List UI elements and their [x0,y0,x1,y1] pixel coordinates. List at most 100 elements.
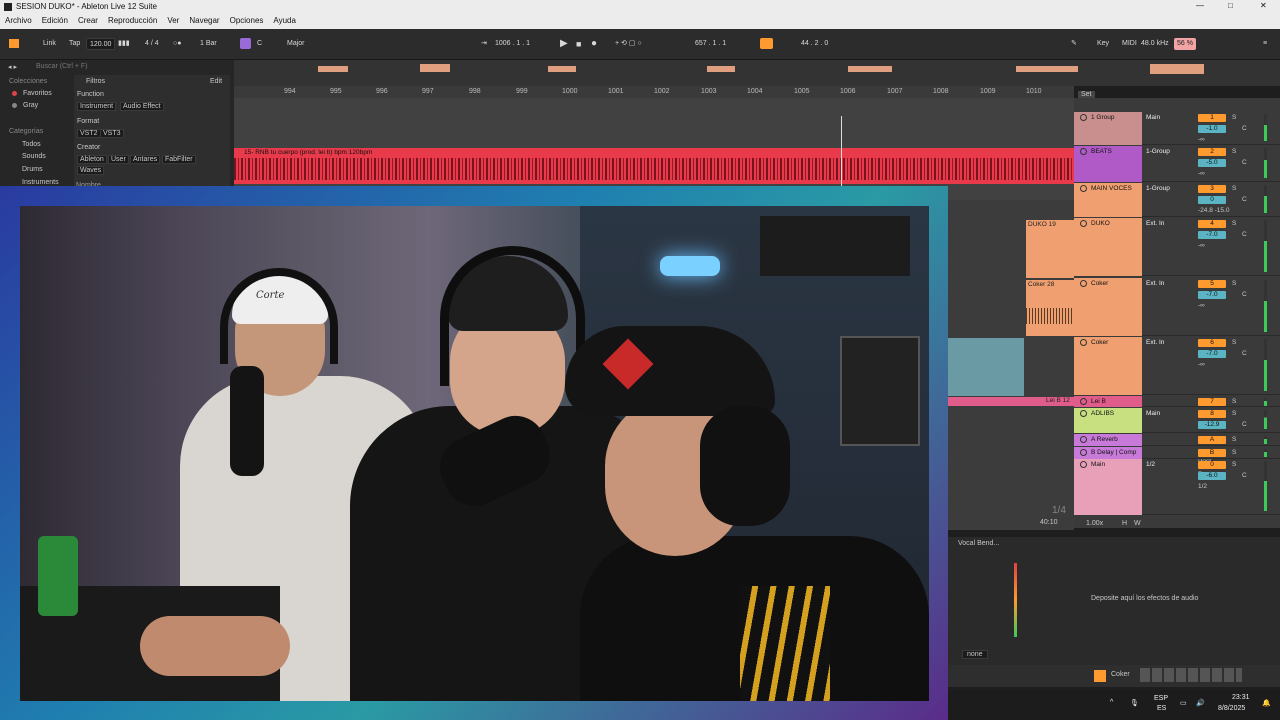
volume-field[interactable]: -6.0 [1198,472,1226,480]
tag-antares[interactable]: Antares [130,155,161,164]
nav-arrows-icon[interactable]: ◂ ▸ [8,63,17,71]
fold-icon[interactable] [1080,436,1087,443]
volume-field[interactable]: -12.9 [1198,421,1226,429]
menu-opciones[interactable]: Opciones [225,14,269,25]
solo-button[interactable]: S [1232,185,1236,192]
volume-field[interactable]: -7.0 [1198,350,1226,358]
beat-time-ruler[interactable]: 994 995 996 997 998 999 1000 1001 1002 1… [234,86,1074,98]
minimize-button[interactable]: — [1196,1,1204,10]
chevron-up-icon[interactable]: ^ [1110,699,1113,706]
tag-vst3[interactable]: VST3 [100,129,124,138]
stop-icon[interactable]: ■ [573,38,584,50]
tag-vst2[interactable]: VST2 [77,129,101,138]
track-number[interactable]: 7 [1198,398,1226,406]
clip-duko[interactable]: DUKO 19 [1026,220,1074,278]
solo-button[interactable]: S [1232,280,1236,287]
pan-knob[interactable]: C [1242,231,1247,238]
scale-select[interactable]: Major [284,38,308,50]
loop-length-field[interactable]: 44 . 2 . 0 [798,38,831,50]
browser-toggle-icon[interactable] [9,39,19,48]
audio-clip[interactable]: 15- RNB tu cuerpo (prod. lei b) bpm 120b… [234,148,1074,184]
category-drums[interactable]: Drums [22,166,43,173]
speaker-icon[interactable]: 🔊 [1196,699,1205,707]
metronome-icon[interactable]: ○● [170,38,184,50]
link-button[interactable]: Link [40,38,59,50]
track-routing[interactable]: Ext. In [1146,220,1190,227]
fold-icon[interactable] [1080,398,1087,405]
network-icon[interactable]: ▭ [1180,699,1187,707]
volume-field[interactable]: 0 [1198,196,1226,204]
mixer-track-3[interactable]: DUKO Ext. In 4 S -7.0 C -∞ [1074,218,1280,276]
mixer-track-5[interactable]: Coker Ext. In 6 S -7.0 C -∞ [1074,337,1280,395]
mixer-track-8[interactable]: A ReverbASPost [1074,434,1280,465]
category-instruments[interactable]: Instruments [22,179,59,186]
track-routing[interactable]: Ext. In [1146,339,1190,346]
menu-ver[interactable]: Ver [162,14,184,25]
fold-icon[interactable] [1080,410,1087,417]
menu-navegar[interactable]: Navegar [184,14,224,25]
pan-knob[interactable]: C [1242,472,1247,479]
mic-icon[interactable]: 🎙 [1130,699,1139,707]
track-routing[interactable]: Main [1146,114,1190,121]
mixer-track-6[interactable]: Lei B 7S [1074,396,1280,407]
quantize-select[interactable]: 1 Bar [197,38,220,50]
arrangement-right-area[interactable]: DUKO 19 Coker 28 Lei B 12 1/4 40:10 [948,200,1074,530]
midi-map-button[interactable]: MIDI [1119,38,1140,50]
mixer-track-4[interactable]: Coker Ext. In 5 S -7.0 C -∞ [1074,278,1280,336]
menu-edicion[interactable]: Edición [37,14,73,25]
tag-audio-effect[interactable]: Audio Effect [120,102,164,111]
close-button[interactable]: ✕ [1260,1,1267,10]
play-icon[interactable]: ▶ [557,38,571,50]
mixer-track-7[interactable]: ADLIBS Main 8 S -12.9 C [1074,408,1280,433]
pan-knob[interactable]: C [1242,125,1247,132]
audio-effects-drop-zone[interactable]: Deposite aquí los efectos de audio [1091,595,1198,602]
w-toggle[interactable]: W [1134,520,1141,527]
solo-button[interactable]: S [1232,220,1236,227]
chain-select[interactable]: none [962,650,988,659]
pan-knob[interactable]: C [1242,350,1247,357]
mixer-track-10[interactable]: Main 1/2 0 S -6.0 C 1/2 [1074,459,1280,515]
track-routing[interactable]: 1-Group [1146,148,1190,155]
metronome-bars-icon[interactable]: ▮▮▮ [115,38,133,50]
loop-start-field[interactable]: 657 . 1 . 1 [692,38,729,50]
volume-field[interactable]: -5.0 [1198,159,1226,167]
track-number[interactable]: 0 [1198,461,1226,469]
tag-instrument[interactable]: Instrument [77,102,117,111]
function-label[interactable]: Function [77,91,104,98]
menu-icon[interactable]: ≡ [1260,38,1270,50]
loop-switch-icon[interactable] [760,38,773,49]
track-number[interactable]: 4 [1198,220,1226,228]
arrangement-position[interactable]: 1006 . 1 . 1 [492,38,533,50]
follow-icon[interactable]: ⇥ [478,38,490,50]
collection-gray[interactable]: Gray [23,102,38,109]
menu-reproduccion[interactable]: Reproducción [103,14,162,25]
key-map-button[interactable]: Key [1094,38,1112,50]
zoom-field[interactable]: 1.00x [1086,520,1103,527]
solo-button[interactable]: S [1232,410,1236,417]
fold-icon[interactable] [1080,148,1087,155]
fold-icon[interactable] [1080,461,1087,468]
mixer-track-1[interactable]: BEATS 1-Group 2 S -5.0 C -∞ [1074,146,1280,182]
solo-button[interactable]: S [1232,339,1236,346]
solo-button[interactable]: S [1232,461,1236,468]
track-routing[interactable]: 1/2 [1146,461,1190,468]
track-number[interactable]: 1 [1198,114,1226,122]
fold-icon[interactable] [1080,114,1087,121]
track-number[interactable]: 6 [1198,339,1226,347]
solo-button[interactable]: S [1232,436,1236,443]
pan-knob[interactable]: C [1242,159,1247,166]
arrangement-overview[interactable] [234,60,1280,86]
volume-field[interactable]: -1.0 [1198,125,1226,133]
solo-button[interactable]: S [1232,114,1236,121]
track-number[interactable]: A [1198,436,1226,444]
volume-field[interactable]: -7.0 [1198,291,1226,299]
category-sounds[interactable]: Sounds [22,153,46,160]
fold-icon[interactable] [1080,220,1087,227]
volume-field[interactable]: -7.0 [1198,231,1226,239]
fold-icon[interactable] [1080,449,1087,456]
tap-button[interactable]: Tap [66,38,83,50]
solo-button[interactable]: S [1232,398,1236,405]
notification-icon[interactable]: 🔔 [1262,699,1271,707]
track-number[interactable]: B [1198,449,1226,457]
menu-crear[interactable]: Crear [73,14,103,25]
